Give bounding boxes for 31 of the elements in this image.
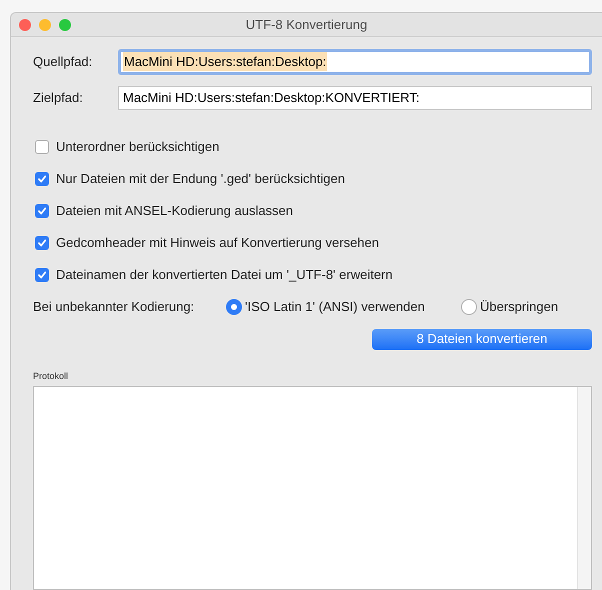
- checkbox[interactable]: [35, 236, 49, 250]
- radio-label: 'ISO Latin 1' (ANSI) verwenden: [245, 298, 425, 316]
- convert-button[interactable]: 8 Dateien konvertieren: [372, 328, 592, 350]
- field-label: Zielpfad:: [33, 88, 84, 107]
- checkbox[interactable]: [35, 268, 49, 282]
- path-field[interactable]: MacMini HD:Users:stefan:Desktop:: [118, 48, 592, 74]
- close-button[interactable]: [19, 19, 31, 31]
- checkmark-icon: [37, 238, 47, 248]
- field-value: MacMini HD:Users:stefan:Desktop:: [123, 52, 328, 72]
- radio-button[interactable]: [461, 298, 477, 314]
- checkbox-label: Nur Dateien mit der Endung '.ged' berücksichtigen: [56, 170, 345, 188]
- encoding-label: Bei unbekannter Kodierung:: [33, 298, 196, 316]
- radio-button[interactable]: [226, 298, 242, 314]
- field-value: MacMini HD:Users:stefan:Desktop:KONVERTIERT:: [123, 88, 420, 107]
- checkbox-label: Unterordner berücksichtigen: [56, 138, 220, 156]
- minimize-button[interactable]: [39, 19, 51, 31]
- window-title: UTF-8 Konvertierung: [246, 16, 368, 34]
- checkbox-label: Dateien mit ANSEL-Kodierung auslassen: [56, 202, 294, 220]
- path-field[interactable]: MacMini HD:Users:stefan:Desktop:KONVERTIERT:: [118, 86, 592, 110]
- checkbox[interactable]: [35, 140, 49, 154]
- radio-label: Überspringen: [480, 298, 558, 316]
- checkmark-icon: [37, 174, 47, 184]
- checkmark-icon: [37, 206, 47, 216]
- zoom-button[interactable]: [59, 19, 71, 31]
- checkmark-icon: [37, 270, 47, 280]
- checkbox-label: Dateinamen der konvertierten Datei um '_UTF-8' erweitern: [56, 266, 393, 284]
- checkbox-label: Gedcomheader mit Hinweis auf Konvertierung versehen: [56, 234, 380, 252]
- field-label: Quellpfad:: [33, 52, 94, 71]
- log-label: Protokoll: [33, 370, 70, 382]
- checkbox[interactable]: [35, 204, 49, 218]
- checkbox[interactable]: [35, 172, 49, 186]
